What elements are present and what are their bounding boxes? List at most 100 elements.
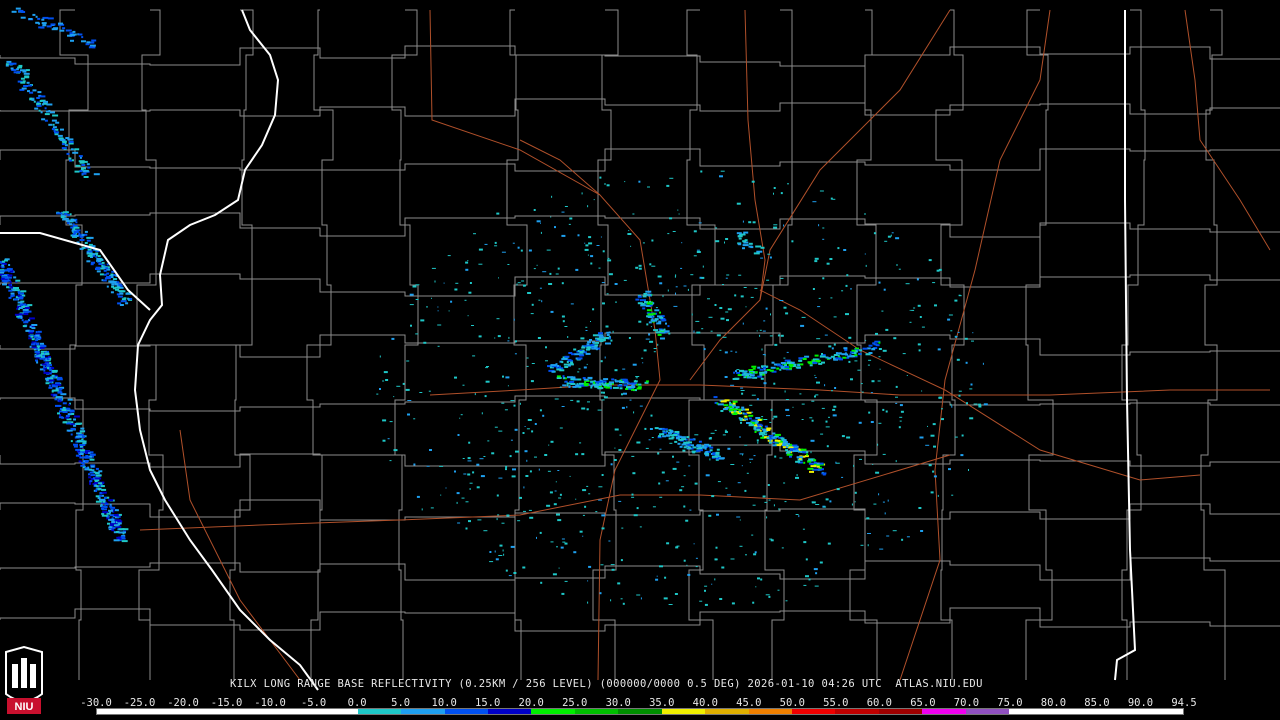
- echo-pixel: [704, 603, 708, 606]
- echo-pixel: [930, 434, 935, 437]
- echo-pixel: [742, 322, 744, 325]
- echo-pixel: [755, 421, 759, 424]
- echo-pixel: [22, 308, 29, 311]
- echo-pixel: [551, 195, 553, 198]
- echo-pixel: [651, 265, 656, 267]
- echo-pixel: [791, 240, 794, 243]
- echo-pixel: [598, 336, 604, 339]
- echo-pixel: [759, 373, 763, 376]
- echo-pixel: [812, 201, 817, 203]
- echo-pixel: [95, 253, 98, 256]
- echo-pixel: [823, 506, 827, 508]
- echo-pixel: [744, 239, 748, 242]
- echo-pixel: [749, 404, 753, 406]
- echo-pixel: [606, 184, 610, 187]
- echo-pixel: [750, 246, 754, 249]
- echo-pixel: [633, 411, 635, 414]
- echo-pixel: [564, 206, 568, 207]
- echo-pixel: [101, 488, 107, 491]
- echo-pixel: [728, 408, 734, 411]
- echo-pixel: [76, 435, 82, 438]
- echo-pixel: [83, 464, 86, 467]
- echo-pixel: [704, 451, 707, 454]
- echo-pixel: [757, 441, 759, 444]
- echo-pixel: [501, 402, 505, 404]
- echo-pixel: [112, 278, 117, 281]
- echo-pixel: [768, 499, 771, 501]
- echo-pixel: [885, 410, 888, 413]
- echo-pixel: [562, 320, 565, 323]
- echo-pixel: [803, 584, 807, 586]
- echo-pixel: [964, 337, 968, 340]
- echo-pixel: [548, 444, 550, 446]
- echo-pixel: [754, 551, 757, 554]
- echo-pixel: [51, 374, 55, 377]
- echo-pixel: [932, 282, 936, 284]
- echo-pixel: [829, 258, 833, 260]
- echo-pixel: [807, 467, 814, 470]
- echo-pixel: [507, 385, 509, 387]
- echo-pixel: [547, 470, 551, 472]
- echo-pixel: [635, 298, 640, 301]
- echo-pixel: [55, 382, 61, 385]
- echo-pixel: [80, 449, 86, 452]
- echo-pixel: [679, 489, 683, 492]
- echo-pixel: [70, 433, 73, 436]
- echo-pixel: [66, 152, 70, 155]
- echo-pixel: [557, 267, 560, 270]
- echo-pixel: [956, 358, 960, 361]
- echo-pixel: [505, 465, 508, 468]
- echo-pixel: [88, 46, 93, 49]
- echo-pixel: [715, 227, 718, 229]
- echo-pixel: [673, 305, 678, 307]
- echo-pixel: [498, 477, 503, 479]
- echo-pixel: [734, 294, 737, 297]
- echo-pixel: [815, 504, 820, 505]
- echo-pixel: [513, 318, 515, 321]
- echo-pixel: [494, 550, 496, 553]
- echo-pixel: [18, 292, 24, 295]
- echo-pixel: [44, 113, 50, 116]
- echo-pixel: [941, 418, 944, 421]
- echo-pixel: [636, 507, 639, 510]
- echo-pixel: [740, 387, 744, 389]
- echo-pixel: [854, 491, 857, 494]
- echo-pixel: [751, 534, 754, 536]
- echo-pixel: [672, 455, 674, 458]
- echo-pixel: [391, 337, 395, 340]
- echo-pixel: [69, 410, 75, 413]
- echo-pixel: [854, 354, 858, 357]
- echo-pixel: [814, 585, 819, 587]
- echo-pixel: [567, 364, 571, 367]
- echo-pixel: [917, 343, 921, 346]
- echo-pixel: [485, 380, 490, 383]
- colorbar-segment: [618, 709, 662, 714]
- echo-pixel: [590, 255, 594, 258]
- echo-pixel: [818, 224, 820, 227]
- echo-pixel: [39, 95, 46, 98]
- echo-pixel: [651, 318, 654, 321]
- echo-pixel: [813, 459, 817, 462]
- echo-pixel: [867, 544, 869, 547]
- echo-pixel: [755, 424, 757, 427]
- echo-pixel: [969, 388, 973, 390]
- echo-pixel: [98, 482, 103, 485]
- echo-pixel: [815, 572, 818, 575]
- echo-pixel: [483, 530, 488, 532]
- echo-pixel: [39, 100, 43, 102]
- echo-pixel: [657, 275, 662, 278]
- echo-pixel: [37, 17, 41, 20]
- echo-pixel: [7, 274, 13, 277]
- echo-pixel: [692, 452, 696, 454]
- echo-pixel: [45, 352, 50, 355]
- echo-pixel: [58, 22, 63, 25]
- echo-pixel: [13, 298, 18, 301]
- echo-pixel: [868, 344, 873, 347]
- echo-pixel: [920, 530, 924, 532]
- echo-pixel: [113, 539, 120, 542]
- echo-pixel: [604, 183, 606, 185]
- echo-pixel: [578, 382, 584, 385]
- echo-pixel: [554, 398, 559, 400]
- echo-pixel: [32, 13, 36, 16]
- echo-pixel: [28, 317, 35, 320]
